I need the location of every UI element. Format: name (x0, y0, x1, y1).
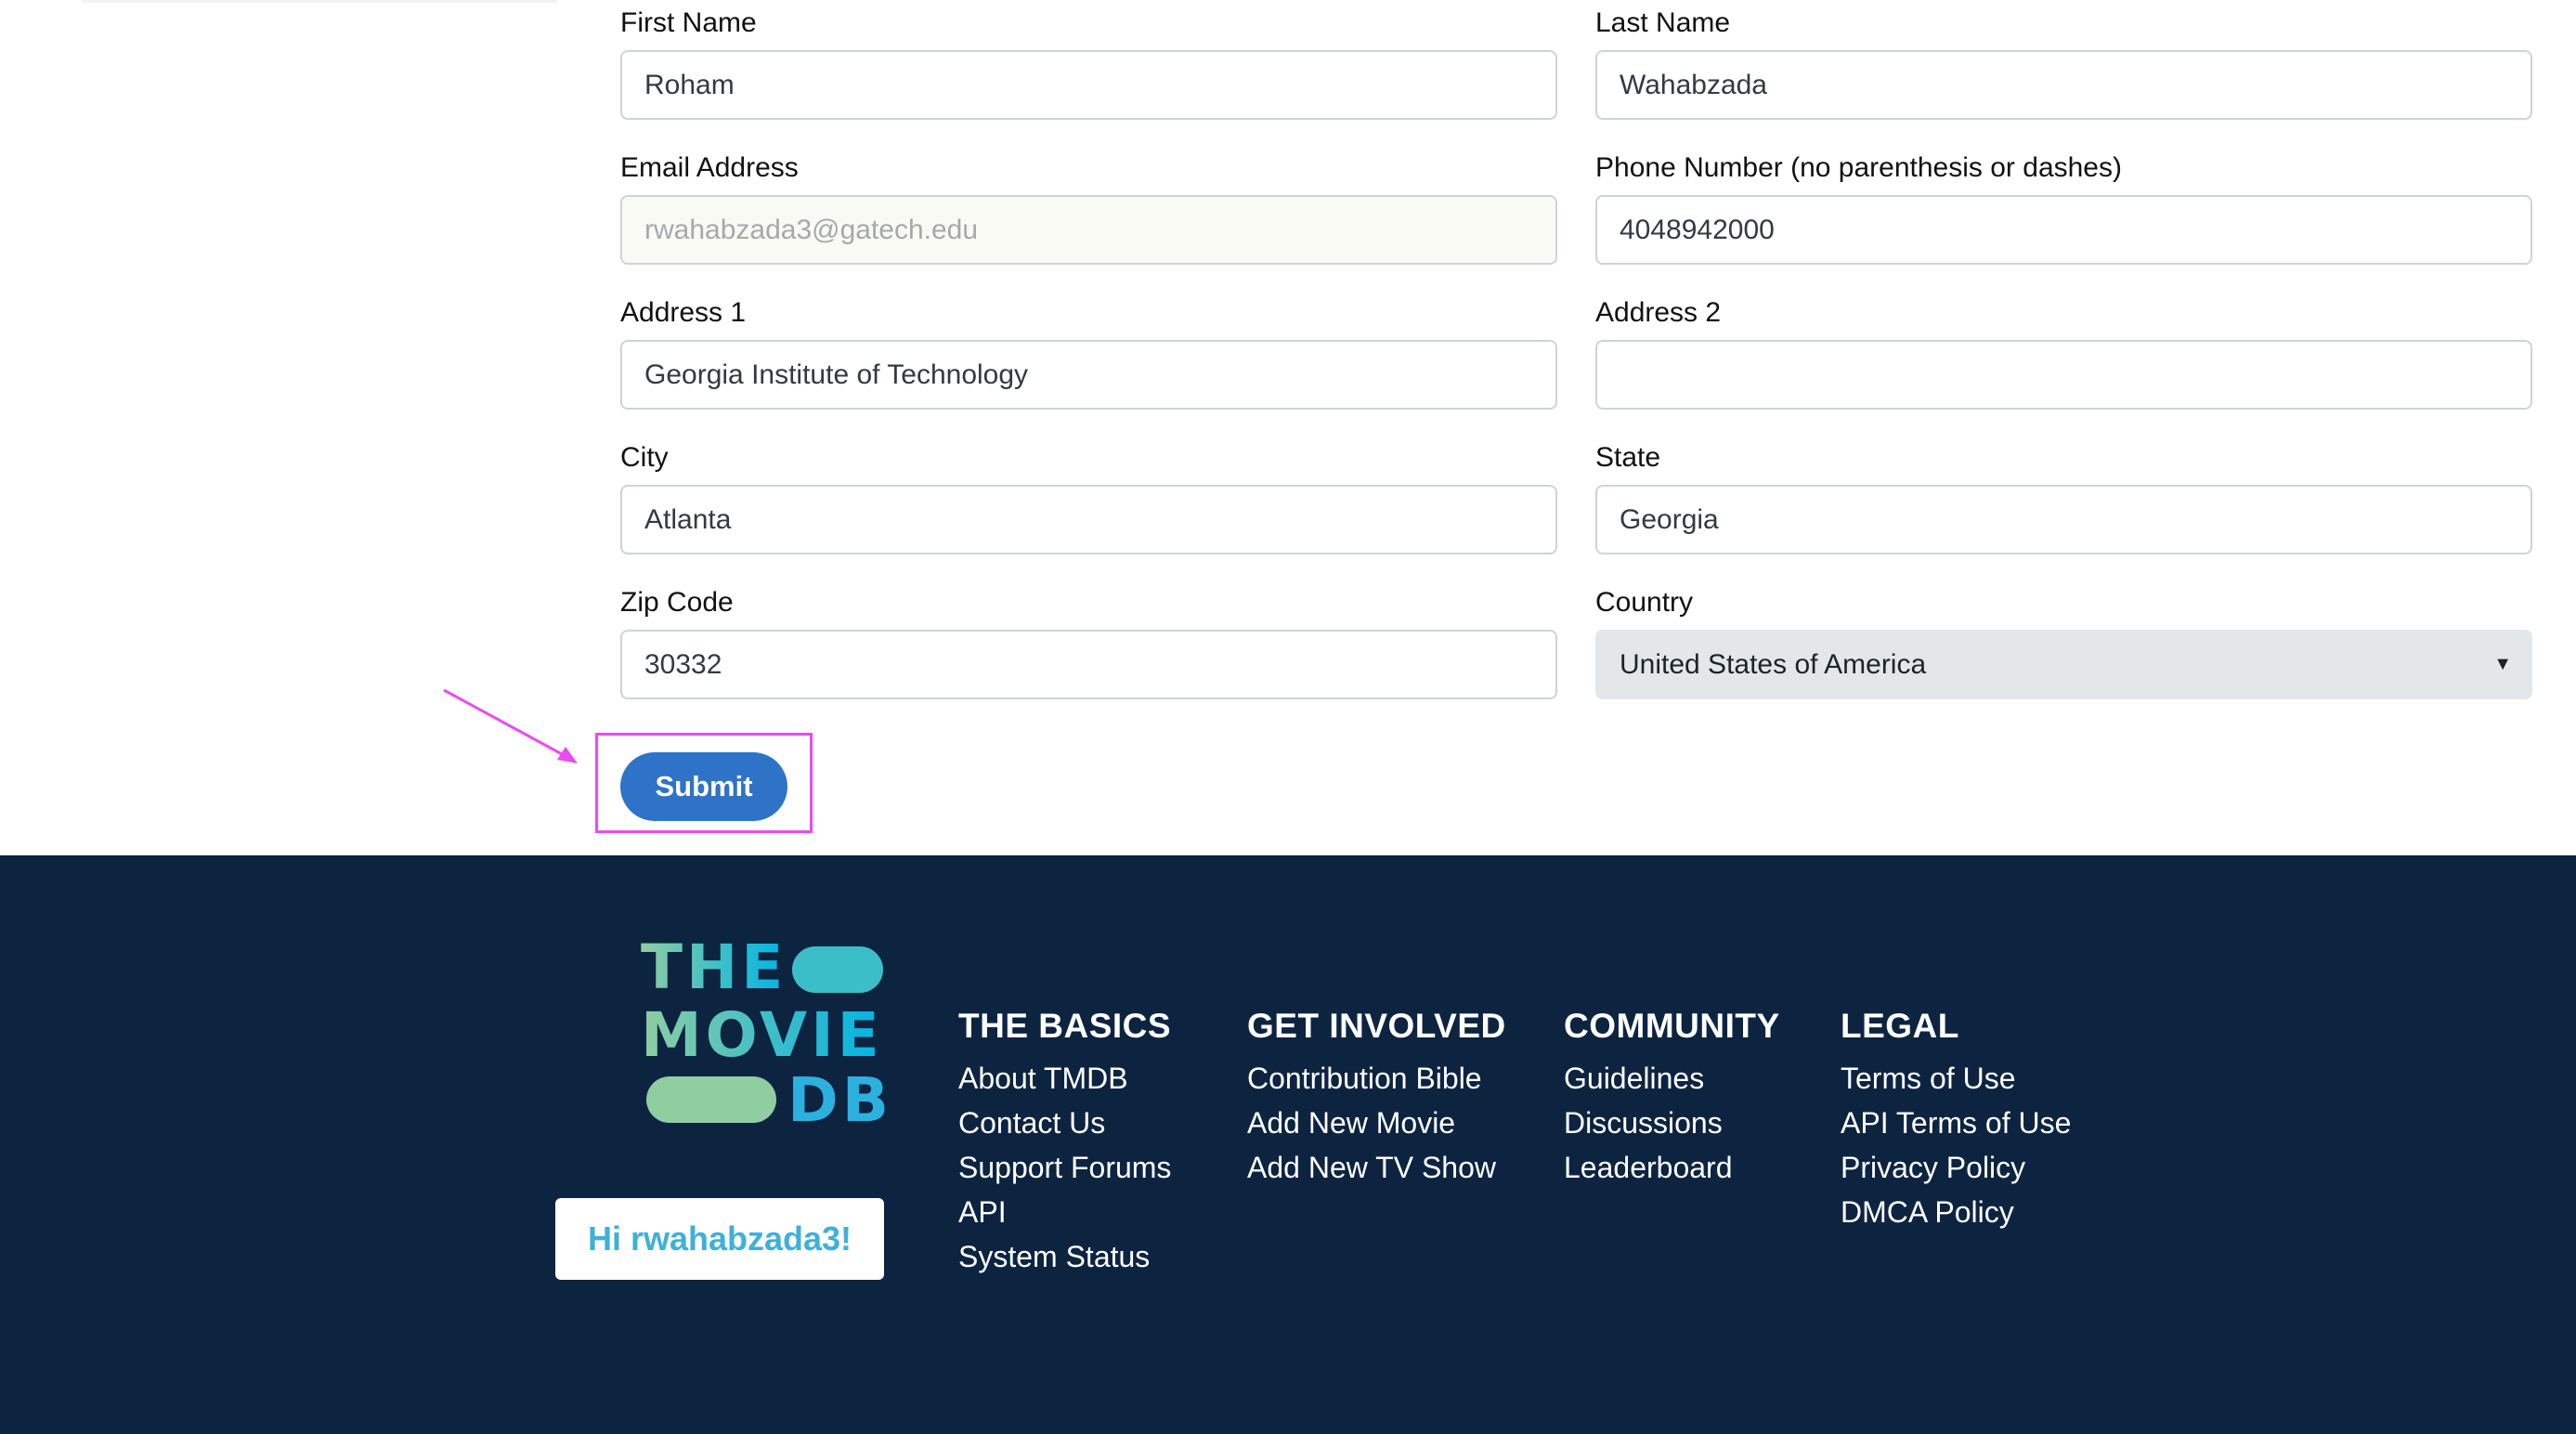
tmdb-logo[interactable]: THE MOVIE DB (639, 937, 888, 1123)
last-name-group: Last Name Wahabzada (1595, 7, 2532, 120)
footer-col-title: COMMUNITY (1564, 1007, 1780, 1045)
zip-group: Zip Code 30332 (620, 587, 1557, 699)
city-input[interactable]: Atlanta (620, 485, 1557, 554)
footer-col-get-involved: GET INVOLVED Contribution Bible Add New … (1247, 1006, 1506, 1190)
city-label: City (620, 442, 669, 473)
footer-col-community: COMMUNITY Guidelines Discussions Leaderb… (1564, 1006, 1780, 1190)
first-name-label: First Name (620, 7, 757, 38)
footer-link-api-terms[interactable]: API Terms of Use (1841, 1101, 2071, 1145)
address1-label: Address 1 (620, 297, 747, 328)
phone-input[interactable]: 4048942000 (1595, 195, 2532, 265)
caret-down-icon: ▼ (2493, 654, 2512, 674)
state-input[interactable]: Georgia (1595, 485, 2532, 554)
state-label: State (1595, 442, 1661, 473)
footer-link-contribution-bible[interactable]: Contribution Bible (1247, 1056, 1506, 1101)
footer-link-discussions[interactable]: Discussions (1564, 1101, 1780, 1145)
first-name-input[interactable]: Roham (620, 50, 1557, 120)
footer-col-title: THE BASICS (958, 1007, 1172, 1045)
site-footer: THE MOVIE DB Hi rwahabzada3! THE BASICS … (0, 855, 2576, 1434)
address1-group: Address 1 Georgia Institute of Technolog… (620, 297, 1557, 410)
footer-link-guidelines[interactable]: Guidelines (1564, 1056, 1780, 1101)
top-divider (82, 0, 557, 3)
first-name-group: First Name Roham (620, 7, 1557, 120)
email-group: Email Address rwahabzada3@gatech.edu (620, 152, 1557, 265)
city-group: City Atlanta (620, 442, 1557, 554)
state-group: State Georgia (1595, 442, 2532, 554)
country-label: Country (1595, 587, 1694, 618)
footer-link-add-movie[interactable]: Add New Movie (1247, 1101, 1506, 1145)
footer-col-basics: THE BASICS About TMDB Contact Us Support… (958, 1006, 1171, 1279)
country-select[interactable]: United States of America ▼ (1595, 630, 2532, 699)
zip-label: Zip Code (620, 587, 734, 618)
address2-group: Address 2 (1595, 297, 2532, 410)
address2-input[interactable] (1595, 340, 2532, 410)
submit-button[interactable]: Submit (620, 752, 787, 821)
footer-link-add-tv-show[interactable]: Add New TV Show (1247, 1145, 1506, 1190)
email-input: rwahabzada3@gatech.edu (620, 195, 1557, 265)
phone-label: Phone Number (no parenthesis or dashes) (1595, 152, 2122, 183)
last-name-label: Last Name (1595, 7, 1731, 38)
footer-col-legal: LEGAL Terms of Use API Terms of Use Priv… (1841, 1006, 2071, 1234)
footer-link-terms[interactable]: Terms of Use (1841, 1056, 2071, 1101)
footer-link-system-status[interactable]: System Status (958, 1234, 1171, 1279)
footer-col-title: LEGAL (1841, 1007, 1959, 1045)
last-name-input[interactable]: Wahabzada (1595, 50, 2532, 120)
footer-link-api[interactable]: API (958, 1190, 1171, 1234)
country-selected-value: United States of America (1620, 649, 1927, 680)
pointer-arrow-icon (443, 688, 578, 763)
zip-input[interactable]: 30332 (620, 630, 1557, 699)
footer-link-dmca[interactable]: DMCA Policy (1841, 1190, 2071, 1234)
footer-link-leaderboard[interactable]: Leaderboard (1564, 1145, 1780, 1190)
footer-col-title: GET INVOLVED (1247, 1007, 1506, 1045)
account-edit-form: First Name Roham Last Name Wahabzada Ema… (620, 0, 2532, 854)
address1-input[interactable]: Georgia Institute of Technology (620, 340, 1557, 410)
address2-label: Address 2 (1595, 297, 1722, 328)
footer-link-about[interactable]: About TMDB (958, 1056, 1171, 1101)
logo-line-3: DB (787, 1064, 888, 1123)
footer-link-contact[interactable]: Contact Us (958, 1101, 1171, 1145)
country-group: Country United States of America ▼ (1595, 587, 2532, 699)
logo-line-1: THE (641, 937, 787, 1003)
phone-group: Phone Number (no parenthesis or dashes) … (1595, 152, 2532, 265)
user-greeting-button[interactable]: Hi rwahabzada3! (555, 1198, 884, 1280)
footer-link-support-forums[interactable]: Support Forums (958, 1145, 1171, 1190)
footer-link-privacy[interactable]: Privacy Policy (1841, 1145, 2071, 1190)
logo-line-2: MOVIE (641, 999, 883, 1071)
email-label: Email Address (620, 152, 799, 183)
